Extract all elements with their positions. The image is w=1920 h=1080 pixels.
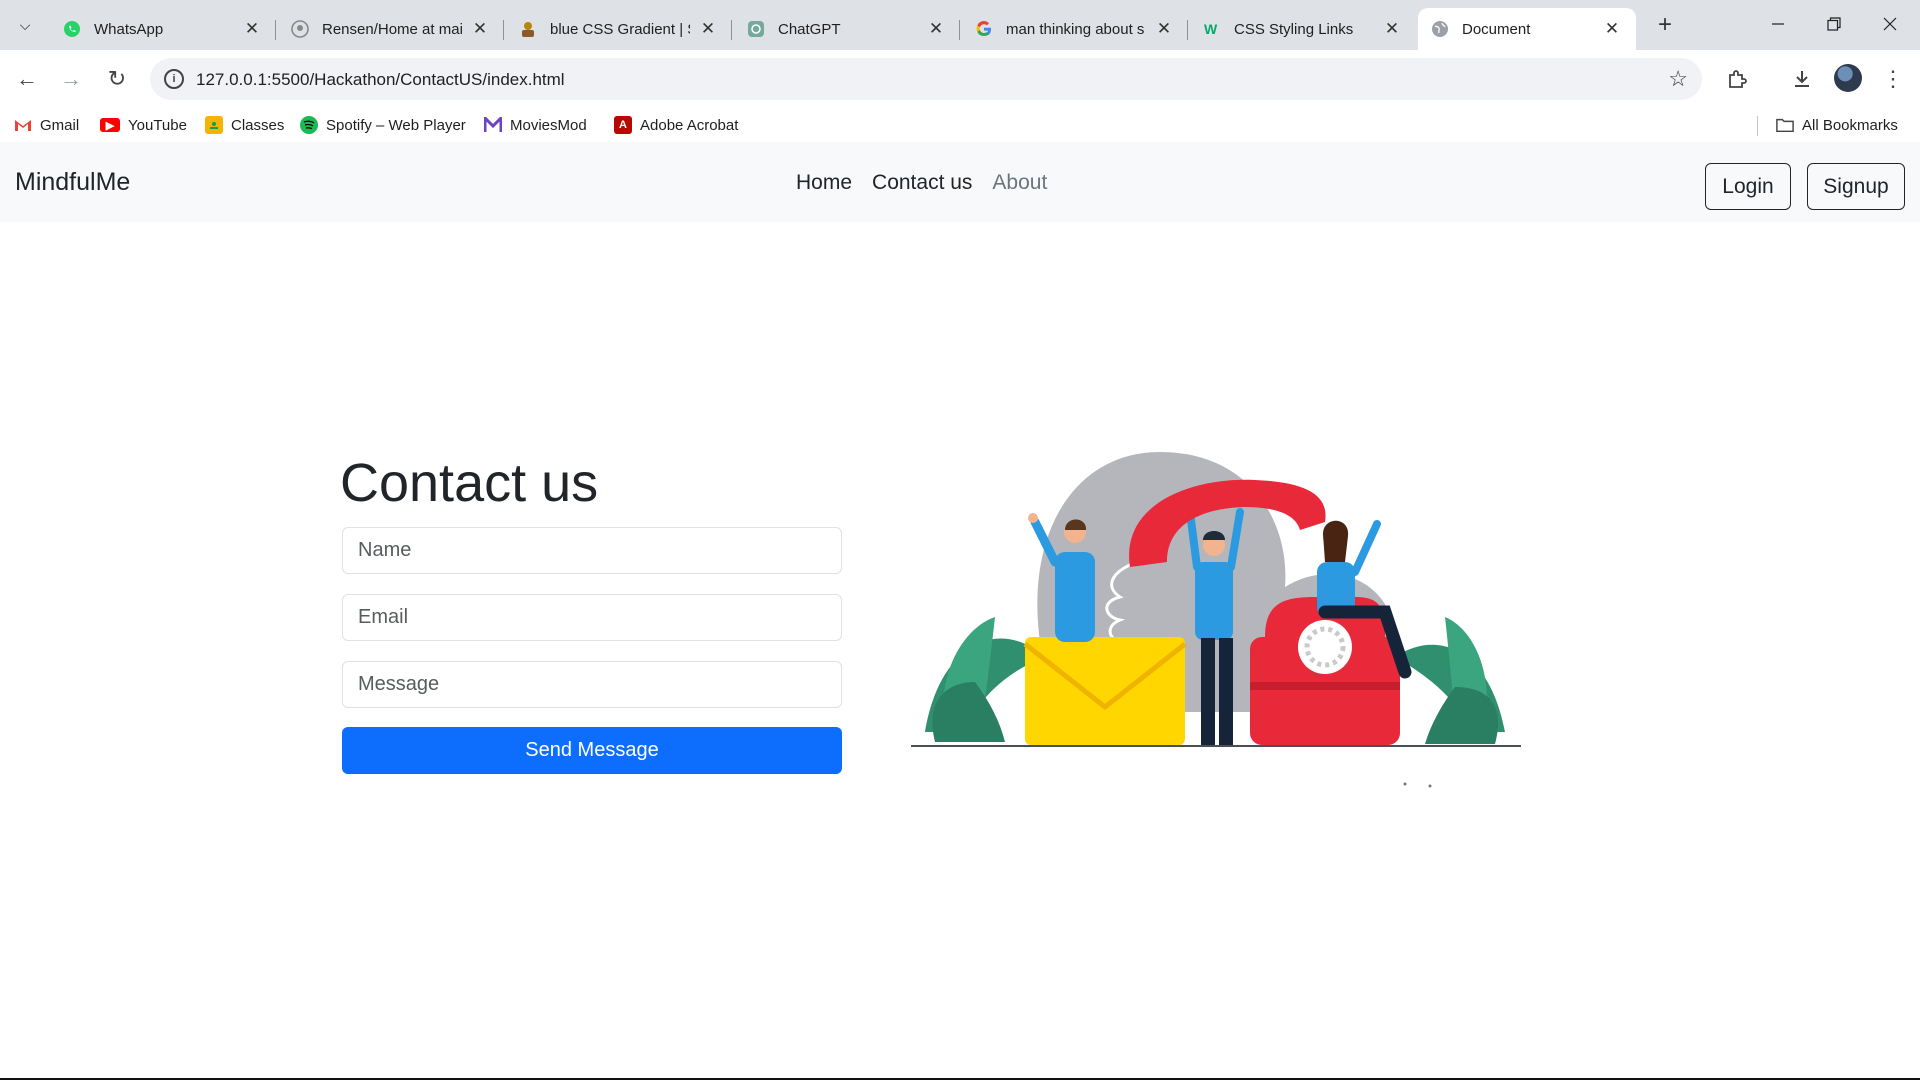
tab-google-search[interactable]: man thinking about s ✕ (962, 8, 1188, 50)
send-message-button[interactable]: Send Message (342, 727, 842, 774)
new-tab-button[interactable]: + (1650, 10, 1680, 40)
extensions-button[interactable] (1722, 64, 1752, 94)
downloads-button[interactable] (1787, 64, 1817, 94)
tab-github[interactable]: Rensen/Home at mai ✕ (278, 8, 504, 50)
bookmark-label: MoviesMod (510, 116, 587, 134)
close-icon[interactable]: ✕ (1382, 19, 1402, 39)
all-bookmarks[interactable]: All Bookmarks (1776, 114, 1898, 136)
close-icon[interactable]: ✕ (470, 19, 490, 39)
signup-button[interactable]: Signup (1807, 163, 1905, 210)
bookmark-spotify[interactable]: Spotify – Web Player (300, 114, 466, 136)
nav-links: Home Contact us About (796, 171, 1047, 195)
youtube-icon: ▶ (100, 118, 120, 132)
arrow-left-icon: ← (16, 66, 38, 91)
url-text[interactable]: 127.0.0.1:5500/Hackathon/ContactUS/index… (196, 70, 565, 90)
moviesmod-icon (484, 116, 502, 134)
arrow-right-icon: → (60, 66, 82, 91)
tab-css-gradient[interactable]: blue CSS Gradient | S ✕ (506, 8, 732, 50)
bookmark-label: All Bookmarks (1802, 116, 1898, 134)
tab-title: blue CSS Gradient | S (550, 20, 690, 38)
download-icon (1795, 71, 1809, 87)
browser-toolbar: ← → ↻ i 127.0.0.1:5500/Hackathon/Contact… (0, 50, 1920, 108)
tab-title: Document (1462, 20, 1531, 38)
reload-icon: ↻ (107, 66, 127, 91)
message-field[interactable] (342, 661, 842, 708)
bookmark-classes[interactable]: Classes (205, 114, 284, 136)
svg-text:W: W (1204, 21, 1218, 37)
contact-illustration (911, 452, 1521, 788)
nav-home-link[interactable]: Home (796, 171, 852, 195)
tab-title: CSS Styling Links (1234, 20, 1354, 38)
login-button[interactable]: Login (1705, 163, 1791, 210)
reload-button[interactable]: ↻ (100, 62, 134, 96)
bookmark-label: Adobe Acrobat (640, 116, 739, 134)
profile-avatar[interactable] (1834, 64, 1862, 92)
minimize-icon (1772, 23, 1784, 25)
site-info-icon[interactable]: i (164, 69, 184, 89)
bookmark-gmail[interactable]: Gmail (14, 114, 79, 136)
globe-icon (1430, 19, 1450, 39)
close-icon[interactable]: ✕ (242, 19, 262, 39)
chatgpt-icon (746, 19, 766, 39)
google-icon (974, 19, 994, 39)
bookmark-label: Classes (231, 116, 285, 134)
bookmark-label: Gmail (40, 116, 80, 134)
page-title: Contact us (340, 453, 599, 513)
folder-icon (1776, 116, 1794, 134)
bookmark-label: Spotify – Web Player (326, 116, 466, 134)
tab-title: man thinking about s (1006, 20, 1145, 38)
puzzle-icon (1729, 70, 1747, 88)
whatsapp-icon (62, 19, 82, 39)
menu-button[interactable]: ⋮ (1878, 64, 1908, 94)
close-icon[interactable]: ✕ (698, 19, 718, 39)
bookmarks-divider (1757, 116, 1758, 136)
w3schools-icon: W (1202, 19, 1222, 39)
bookmark-star-icon[interactable]: ☆ (1668, 66, 1688, 92)
close-icon[interactable]: ✕ (1154, 19, 1174, 39)
more-vert-icon: ⋮ (1882, 66, 1904, 91)
restore-icon (1827, 17, 1841, 31)
minimize-button[interactable] (1750, 6, 1806, 42)
close-icon[interactable]: ✕ (926, 19, 946, 39)
bookmark-moviesmod[interactable]: MoviesMod (484, 114, 587, 136)
tab-strip: ⌵ WhatsApp ✕ Rensen/Home at mai ✕ blue C… (0, 0, 1920, 50)
close-window-button[interactable] (1862, 6, 1918, 42)
tab-whatsapp[interactable]: WhatsApp ✕ (50, 8, 276, 50)
tab-document[interactable]: Document ✕ (1418, 8, 1636, 50)
tab-title: WhatsApp (94, 20, 164, 38)
close-icon[interactable]: ✕ (1602, 19, 1622, 39)
bookmark-youtube[interactable]: ▶ YouTube (100, 114, 187, 136)
plus-icon: + (1657, 11, 1672, 38)
close-icon (1883, 17, 1897, 31)
tab-search-button[interactable]: ⌵ (10, 10, 40, 40)
tab-title: Rensen/Home at mai (322, 20, 462, 38)
name-field[interactable] (342, 527, 842, 574)
site-navbar: MindfulMe Home Contact us About Login Si… (0, 142, 1920, 222)
address-bar[interactable]: i 127.0.0.1:5500/Hackathon/ContactUS/ind… (150, 58, 1702, 100)
restore-button[interactable] (1806, 6, 1862, 42)
site-brand[interactable]: MindfulMe (15, 168, 130, 197)
tab-title: ChatGPT (778, 20, 841, 38)
page-viewport: MindfulMe Home Contact us About Login Si… (0, 142, 1920, 1080)
bookmark-adobe-acrobat[interactable]: A Adobe Acrobat (614, 114, 738, 136)
tab-chatgpt[interactable]: ChatGPT ✕ (734, 8, 960, 50)
gradient-site-icon (518, 19, 538, 39)
forward-button[interactable]: → (54, 62, 88, 96)
gmail-icon (14, 116, 32, 134)
spotify-icon (300, 116, 318, 134)
tab-w3schools[interactable]: W CSS Styling Links ✕ (1190, 8, 1416, 50)
bookmark-label: YouTube (128, 116, 187, 134)
back-button[interactable]: ← (10, 62, 44, 96)
classroom-icon (205, 116, 223, 134)
bookmarks-bar: Gmail ▶ YouTube Classes Spotify – Web Pl… (0, 108, 1920, 142)
email-field[interactable] (342, 594, 842, 641)
github-icon (290, 19, 310, 39)
chevron-down-icon: ⌵ (19, 16, 31, 33)
nav-about-link[interactable]: About (992, 171, 1047, 195)
acrobat-icon: A (614, 116, 632, 134)
nav-contact-link[interactable]: Contact us (872, 171, 972, 195)
